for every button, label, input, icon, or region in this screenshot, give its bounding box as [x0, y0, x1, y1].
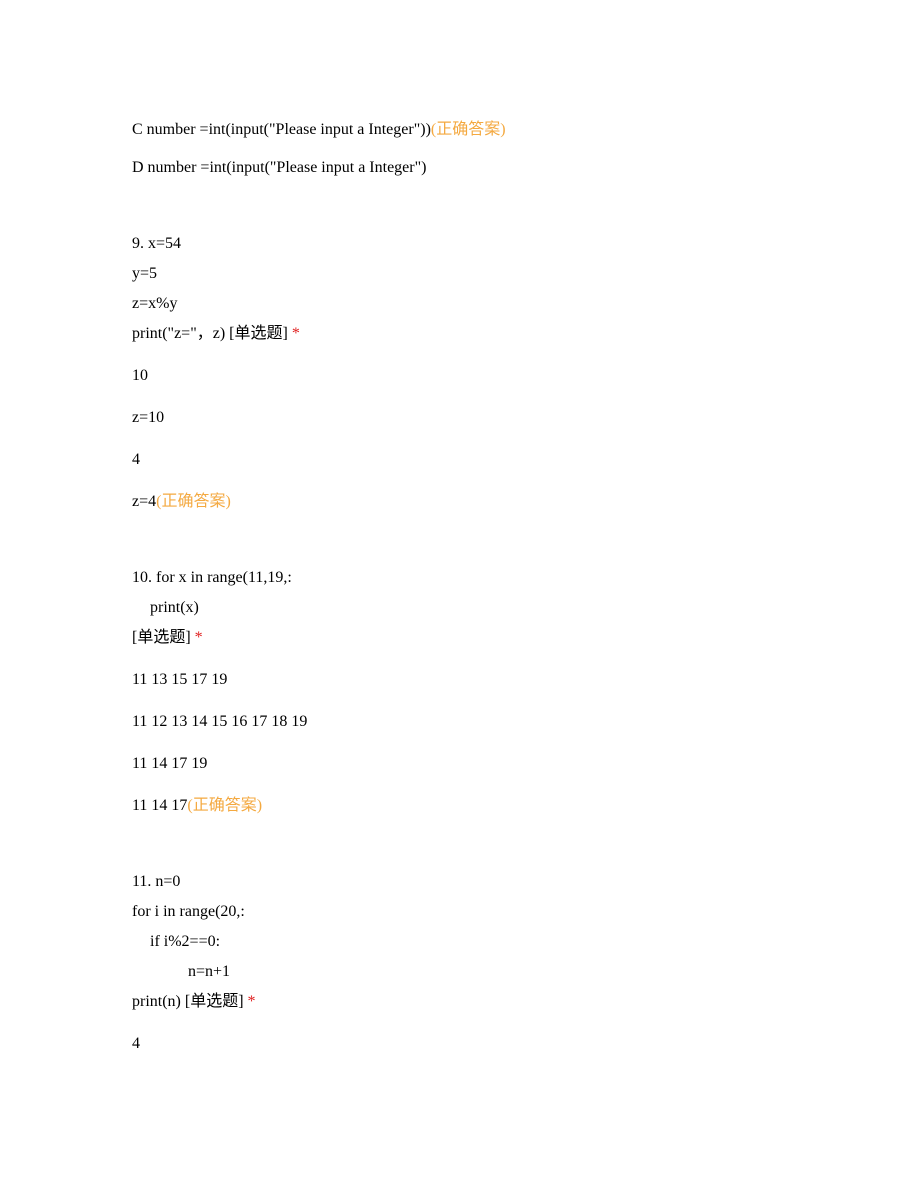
question-9: 9. x=54 y=5 z=x%y print("z="，z) [单选题] * …	[132, 232, 788, 514]
option-d-text: D number =int(input("Please input a Inte…	[132, 159, 426, 176]
q9-line-3: z=x%y	[132, 292, 788, 316]
q10-tag: [单选题]	[132, 629, 195, 646]
q11-tag: [单选题]	[185, 993, 248, 1010]
question-9-options: 10 z=10 4 z=4(正确答案)	[132, 364, 788, 514]
page: C number =int(input("Please input a Inte…	[0, 0, 920, 1191]
q9-option-4-text: z=4	[132, 493, 156, 510]
q9-option-4: z=4(正确答案)	[132, 490, 788, 514]
q10-line-2: print(x)	[132, 596, 788, 620]
q10-line-3: [单选题] *	[132, 626, 788, 650]
option-d: D number =int(input("Please input a Inte…	[132, 156, 788, 180]
q11-line-1: 11. n=0	[132, 870, 788, 894]
q10-line-1: 10. for x in range(11,19,:	[132, 566, 788, 590]
option-c-text: C number =int(input("Please input a Inte…	[132, 121, 431, 138]
q9-line-4: print("z="，z) [单选题] *	[132, 322, 788, 346]
option-c: C number =int(input("Please input a Inte…	[132, 118, 788, 142]
question-10: 10. for x in range(11,19,: print(x) [单选题…	[132, 566, 788, 818]
q9-line-4-text: print("z="，z)	[132, 325, 229, 342]
question-10-body: 10. for x in range(11,19,: print(x) [单选题…	[132, 566, 788, 650]
correct-answer-label: (正确答案)	[156, 493, 231, 510]
q11-line-5: print(n) [单选题] *	[132, 990, 788, 1014]
required-star: *	[248, 993, 256, 1010]
q10-option-1: 11 13 15 17 19	[132, 668, 788, 692]
required-star: *	[195, 629, 203, 646]
q11-line-5-text: print(n)	[132, 993, 185, 1010]
correct-answer-label: (正确答案)	[187, 797, 262, 814]
q10-option-4: 11 14 17(正确答案)	[132, 794, 788, 818]
q11-line-4: n=n+1	[132, 960, 788, 984]
q9-option-3: 4	[132, 448, 788, 472]
question-11-body: 11. n=0 for i in range(20,: if i%2==0: n…	[132, 870, 788, 1014]
q10-option-2: 11 12 13 14 15 16 17 18 19	[132, 710, 788, 734]
required-star: *	[292, 325, 300, 342]
q11-line-3: if i%2==0:	[132, 930, 788, 954]
q9-line-1: 9. x=54	[132, 232, 788, 256]
q9-line-2: y=5	[132, 262, 788, 286]
question-9-body: 9. x=54 y=5 z=x%y print("z="，z) [单选题] *	[132, 232, 788, 346]
q10-option-3: 11 14 17 19	[132, 752, 788, 776]
q10-option-4-text: 11 14 17	[132, 797, 187, 814]
q9-option-1: 10	[132, 364, 788, 388]
q11-line-2: for i in range(20,:	[132, 900, 788, 924]
question-11: 11. n=0 for i in range(20,: if i%2==0: n…	[132, 870, 788, 1056]
question-10-options: 11 13 15 17 19 11 12 13 14 15 16 17 18 1…	[132, 668, 788, 818]
question-11-options: 4	[132, 1032, 788, 1056]
correct-answer-label: (正确答案)	[431, 121, 506, 138]
q11-option-1: 4	[132, 1032, 788, 1056]
q9-option-2: z=10	[132, 406, 788, 430]
q9-tag: [单选题]	[229, 325, 292, 342]
